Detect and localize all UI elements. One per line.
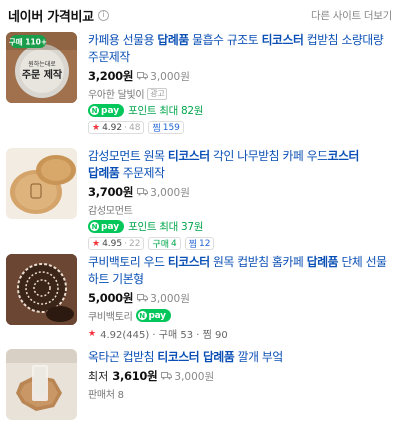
seller-row: 판매처 8 xyxy=(88,386,392,401)
product-item-3[interactable]: 쿠비백토리 우드 티코스터 원목 컵받침 홈카페 답례품 단체 선물 하트 기본… xyxy=(0,254,400,350)
coaster-image: 구매 110+ 원하는대로 주문 제작 xyxy=(6,32,77,103)
meta-row: ★ 4.92 · 48 찜 159 xyxy=(88,121,392,134)
product-price: 5,000원 xyxy=(88,291,134,305)
seller-name[interactable]: 쿠비백토리 xyxy=(88,308,133,323)
shipping-fee: 3,000원 xyxy=(137,291,190,306)
coaster-image xyxy=(6,254,77,325)
rating-box: ★ 4.92 · 48 xyxy=(88,121,145,134)
truck-icon xyxy=(161,372,173,380)
meta-row: ★ 4.92(445) · 구매 53 · 찜 90 xyxy=(88,326,392,342)
product-item-1[interactable]: 구매 110+ 원하는대로 주문 제작 카페용 선물용 답례품 물흡수 규조토 … xyxy=(0,32,400,134)
seller-row: 감성모먼트 xyxy=(88,202,392,217)
truck-icon xyxy=(137,188,149,196)
point-text: 포인트 최대 82원 xyxy=(128,105,204,117)
point-text: 포인트 최대 37원 xyxy=(128,221,204,233)
product-price: 3,200원 xyxy=(88,69,134,83)
product-info: 카페용 선물용 답례품 물흡수 규조토 티코스터 컵받침 소량대량 주문제작 3… xyxy=(88,32,392,134)
header-left: 네이버 가격비교 i xyxy=(8,6,109,25)
star-icon: ★ xyxy=(88,328,97,339)
npay-icon: N xyxy=(137,311,147,320)
product-thumbnail[interactable] xyxy=(6,254,77,325)
product-price: 3,700원 xyxy=(88,185,134,199)
product-info: 쿠비백토리 우드 티코스터 원목 컵받침 홈카페 답례품 단체 선물 하트 기본… xyxy=(88,254,392,341)
coaster-image xyxy=(6,148,77,219)
product-item-2[interactable]: 감성모먼트 원목 티코스터 각인 나무받침 카페 우드코스터 답례품 주문제작 … xyxy=(0,148,400,250)
product-item-4[interactable]: 옥타곤 컵받침 티코스터 답례품 깔개 부엌 최저 3,610원 3,000원 … xyxy=(0,349,400,445)
section-header: 네이버 가격비교 i 다른 사이트 더보기 xyxy=(0,0,400,30)
seller-row: 쿠비백토리 Npay xyxy=(88,308,392,323)
price-row: 3,700원 3,000원 xyxy=(88,184,392,200)
truck-icon xyxy=(137,72,149,80)
npay-icon: N xyxy=(90,222,99,231)
seller-count[interactable]: 판매처 8 xyxy=(88,386,124,401)
ad-badge: 광고 xyxy=(147,87,168,100)
price-row: 최저 3,610원 3,000원 xyxy=(88,368,392,384)
product-thumbnail[interactable] xyxy=(6,349,77,420)
price-prefix: 최저 xyxy=(88,370,109,383)
thumb-badge: 구매 110+ xyxy=(9,37,47,47)
price-row: 3,200원 3,000원 xyxy=(88,68,392,84)
shipping-fee: 3,000원 xyxy=(137,185,190,200)
seller-row: 우아한 달빛이 광고 xyxy=(88,86,392,101)
product-thumbnail[interactable] xyxy=(6,148,77,219)
truck-icon xyxy=(137,294,149,302)
product-title[interactable]: 옥타곤 컵받침 티코스터 답례품 깔개 부엌 xyxy=(88,349,392,366)
seller-name[interactable]: 우아한 달빛이 xyxy=(88,86,145,101)
product-title[interactable]: 카페용 선물용 답례품 물흡수 규조토 티코스터 컵받침 소량대량 주문제작 xyxy=(88,32,392,66)
product-price: 3,610원 xyxy=(112,369,158,383)
coaster-image xyxy=(6,349,77,420)
shipping-fee: 3,000원 xyxy=(161,369,214,384)
more-sites-link[interactable]: 다른 사이트 더보기 xyxy=(311,8,392,23)
section-title: 네이버 가격비교 xyxy=(8,9,94,25)
product-title[interactable]: 감성모먼트 원목 티코스터 각인 나무받침 카페 우드코스터 답례품 주문제작 xyxy=(88,148,392,182)
thumb-text-big: 주문 제작 xyxy=(22,68,63,81)
meta-row: ★ 4.95 · 22 구매 4 찜 12 xyxy=(88,237,392,250)
star-icon: ★ xyxy=(92,238,101,249)
shipping-fee: 3,000원 xyxy=(137,69,190,84)
star-icon: ★ xyxy=(92,122,101,133)
meta-text: 4.92(445) · 구매 53 · 찜 90 xyxy=(100,330,228,341)
zzim-box: 찜 159 xyxy=(148,121,184,134)
info-icon[interactable]: i xyxy=(97,9,109,21)
product-info: 감성모먼트 원목 티코스터 각인 나무받침 카페 우드코스터 답례품 주문제작 … xyxy=(88,148,392,250)
pay-row: Npay 포인트 최대 82원 xyxy=(88,103,392,118)
buy-box: 구매 4 xyxy=(148,237,181,250)
npay-badge: Npay xyxy=(88,104,125,117)
seller-name[interactable]: 감성모먼트 xyxy=(88,202,133,217)
product-info: 옥타곤 컵받침 티코스터 답례품 깔개 부엌 최저 3,610원 3,000원 … xyxy=(88,349,392,401)
product-title[interactable]: 쿠비백토리 우드 티코스터 원목 컵받침 홈카페 답례품 단체 선물 하트 기본… xyxy=(88,254,392,288)
npay-badge: Npay xyxy=(135,309,171,322)
zzim-box: 찜 12 xyxy=(184,237,215,250)
pay-row: Npay 포인트 최대 37원 xyxy=(88,219,392,234)
thumb-text-small: 원하는대로 xyxy=(28,60,56,68)
rating-box: ★ 4.95 · 22 xyxy=(88,237,145,250)
product-thumbnail[interactable]: 구매 110+ 원하는대로 주문 제작 xyxy=(6,32,77,103)
npay-icon: N xyxy=(90,106,99,115)
npay-badge: Npay xyxy=(88,220,125,233)
price-row: 5,000원 3,000원 xyxy=(88,290,392,306)
